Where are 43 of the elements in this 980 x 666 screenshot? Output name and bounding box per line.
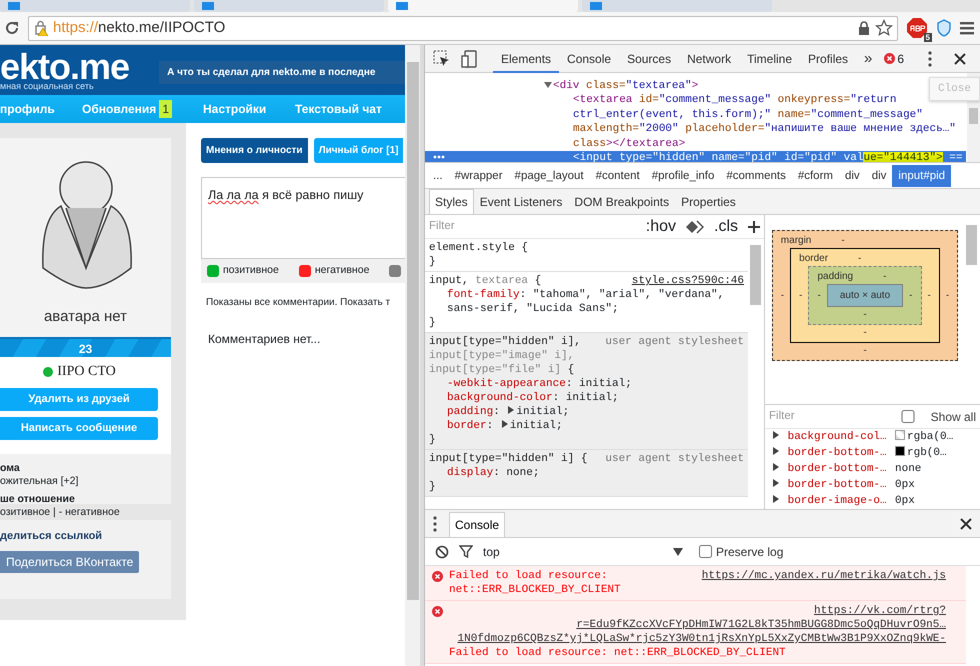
closing-brace: } xyxy=(429,433,437,447)
box-label: padding xyxy=(817,270,854,284)
box-value: - xyxy=(928,289,931,303)
css-selector: input, textarea { xyxy=(429,274,542,288)
closing-brace: } xyxy=(429,480,437,494)
comments-note: Показаны все комментарии. Показать т xyxy=(205,296,392,310)
close-tooltip: Close xyxy=(928,77,980,102)
source-label: user agent stylesheet xyxy=(605,335,744,349)
info-value: озитивное | - негативное xyxy=(0,506,121,518)
content-box: auto × auto xyxy=(826,284,904,307)
share-title: делиться ссылкой xyxy=(0,529,104,544)
box-value: - xyxy=(858,252,862,266)
box-label: margin xyxy=(780,234,812,248)
box-value: - xyxy=(862,344,868,358)
source-label: user agent stylesheet xyxy=(605,452,744,466)
info-value: ожительная [+2] xyxy=(0,474,80,487)
box-value: - xyxy=(841,234,845,248)
closing-brace: } xyxy=(429,316,437,330)
info-label: ома xyxy=(0,462,21,474)
box-value: - xyxy=(862,308,868,322)
username: IIPO CTO xyxy=(57,363,116,381)
box-label: border xyxy=(799,252,828,266)
css-selector: element.style { xyxy=(429,241,530,255)
notification-count: 1 xyxy=(159,100,172,118)
closing-brace: } xyxy=(429,255,437,269)
box-value: - xyxy=(799,289,802,303)
box-value: - xyxy=(780,289,784,303)
avatar-caption: аватара нет xyxy=(44,307,128,327)
css-selector: input[type="hidden" i], input[type="image" i], input[type="file" i] { xyxy=(429,335,582,377)
box-value: - xyxy=(883,270,886,284)
info-label: ше отношение xyxy=(0,493,76,506)
context-label: top xyxy=(483,544,500,560)
box-value: - xyxy=(946,289,950,303)
extension-count-badge: 5 xyxy=(924,33,932,42)
error-text: Failed to load resource: net::ERR_BLOCKED_BY_CLIENT xyxy=(449,569,622,597)
site-tagline: мная социальная сеть xyxy=(0,81,95,91)
box-value: - xyxy=(817,289,821,303)
error-text: Failed to load resource: net::ERR_BLOCKED_BY_CLIENT xyxy=(449,646,787,660)
box-value: - xyxy=(909,289,912,303)
box-value: - xyxy=(862,326,868,340)
rating-bar: 23 xyxy=(0,337,171,357)
css-selector: input[type="hidden" i] { xyxy=(429,452,588,466)
empty-comments-text: Комментариев нет... xyxy=(207,330,322,348)
